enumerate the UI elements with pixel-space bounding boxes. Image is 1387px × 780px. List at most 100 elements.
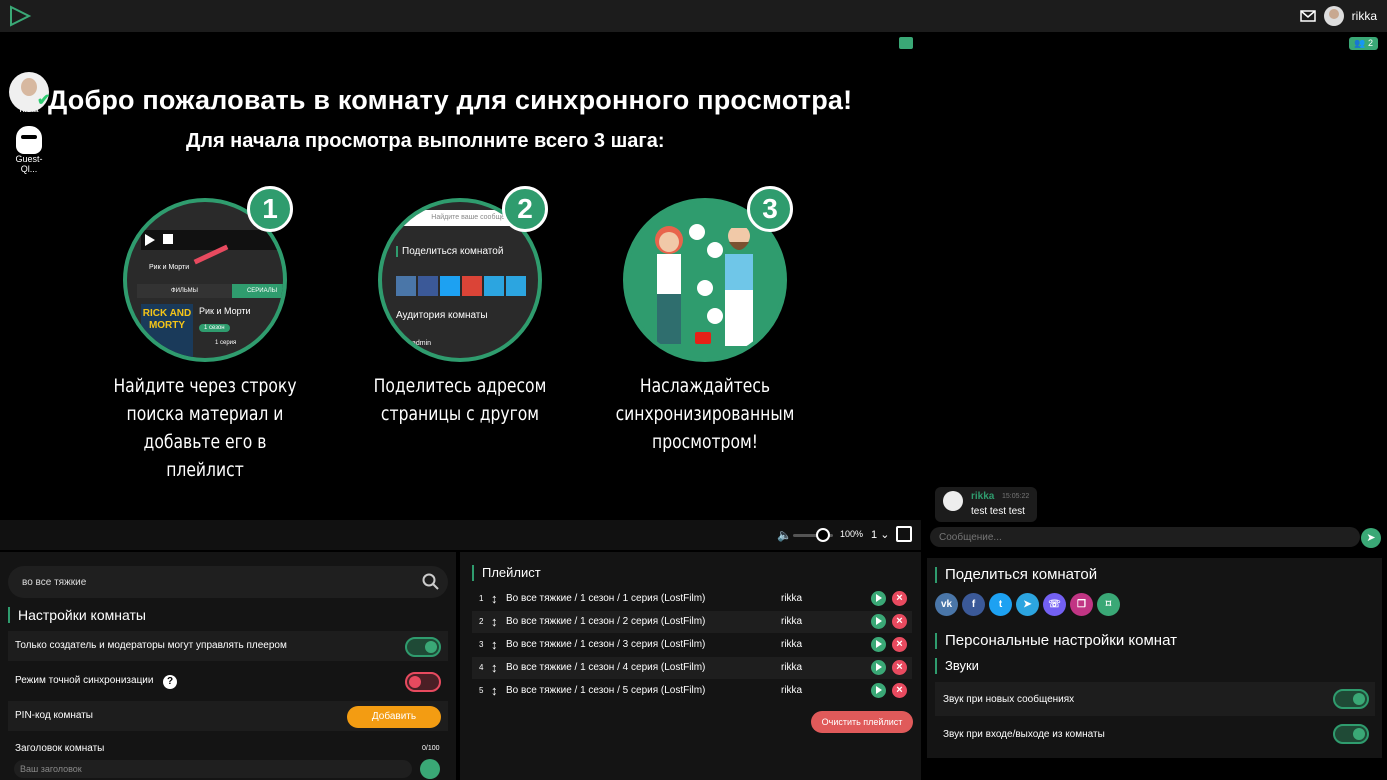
season-badge: 1 сезон [199,324,230,332]
item-number: 4 [479,663,484,672]
step-caption: Наслаждайтесь синхронизированным просмот… [607,372,804,456]
step-number: 3 [747,186,793,232]
control-toggle[interactable] [405,637,441,657]
share-heading: Поделиться комнатой [935,567,1097,583]
help-icon[interactable]: ? [163,675,177,689]
drag-handle-icon[interactable]: ↕ [491,637,498,652]
viber-icon[interactable]: ☏ [1043,593,1066,616]
step-2-audience: Аудитория комнаты [396,310,488,321]
mail-icon[interactable] [1299,10,1316,22]
caption-line: поиска материал и [126,403,284,425]
item-title[interactable]: Во все тяжкие / 1 сезон / 2 серия (LostF… [506,616,705,627]
caption-line: страницы с другом [380,403,540,425]
item-title[interactable]: Во все тяжкие / 1 сезон / 3 серия (LostF… [506,639,705,650]
setting-sync-row: Режим точной синхронизации [8,666,448,696]
message-text: test test test [971,506,1025,517]
caption-line: Поделитесь адресом [373,375,547,397]
setting-label: Только создатель и модераторы могут упра… [15,640,287,651]
item-user: rikka [781,593,803,604]
tab-films: ФИЛЬМЫ [137,284,232,298]
delete-icon[interactable]: × [892,660,907,675]
logo-icon[interactable] [8,5,32,27]
telegram-icon[interactable]: ➤ [1016,593,1039,616]
playlist-item[interactable]: 3 ↕ Во все тяжкие / 1 сезон / 3 серия (L… [472,634,912,656]
delete-icon[interactable]: × [892,591,907,606]
playlist-item[interactable]: 2 ↕ Во все тяжкие / 1 сезон / 2 серия (L… [472,611,912,633]
bookmark-icon[interactable]: ⌑ [1097,593,1120,616]
item-title[interactable]: Во все тяжкие / 1 сезон / 4 серия (LostF… [506,662,705,673]
room-title-input[interactable]: Ваш заголовок [14,760,412,778]
username[interactable]: rikka [1352,9,1377,23]
item-user: rikka [781,685,803,696]
play-icon[interactable] [871,637,886,652]
playlist-item[interactable]: 5 ↕ Во все тяжкие / 1 сезон / 5 серия (L… [472,680,912,702]
message-user[interactable]: rikka [971,491,994,502]
welcome-subtitle: Для начала просмотра выполните всего 3 ш… [186,130,665,152]
play-icon[interactable] [871,614,886,629]
sync-toggle[interactable] [405,672,441,692]
setting-label: Звук при входе/выходе из комнаты [943,729,1105,740]
episode-label: 1 серия [215,340,237,346]
twitter-icon[interactable]: t [989,593,1012,616]
facebook-icon[interactable]: f [962,593,985,616]
item-title[interactable]: Во все тяжкие / 1 сезон / 5 серия (LostF… [506,685,705,696]
delete-icon[interactable]: × [892,683,907,698]
add-pin-button[interactable]: Добавить [347,706,441,728]
volume-slider-knob[interactable] [816,528,830,542]
item-number: 5 [479,686,484,695]
search-input[interactable]: во все тяжкие [8,566,448,598]
drag-handle-icon[interactable]: ↕ [491,660,498,675]
caption-line: добавьте его в плейлист [143,431,267,481]
send-icon[interactable]: ➤ [1361,528,1381,548]
volume-icon[interactable]: 🔈 [777,528,792,542]
delete-icon[interactable]: × [892,637,907,652]
vk-icon[interactable]: vk [935,593,958,616]
setting-label: Звук при новых сообщениях [943,694,1075,705]
search-value: во все тяжкие [22,577,87,588]
viewers-icon[interactable] [899,37,913,49]
delete-icon[interactable]: × [892,614,907,629]
item-title[interactable]: Во все тяжкие / 1 сезон / 1 серия (LostF… [506,593,705,604]
room-settings-heading: Настройки комнаты [8,607,146,623]
play-icon[interactable] [871,660,886,675]
room-title-label: Заголовок комнаты [15,743,105,754]
volume-percent: 100% [840,529,864,539]
drag-handle-icon[interactable]: ↕ [491,591,498,606]
caption-line: просмотром! [652,431,758,453]
step-caption: Найдите через строку поиска материал и д… [107,372,304,484]
copy-icon[interactable]: ❐ [1070,593,1093,616]
playlist-heading: Плейлист [472,565,541,581]
chevron-down-icon: ⌄ [880,529,890,541]
step-2-admin: admin [412,340,432,347]
user-menu[interactable]: rikka [1299,6,1377,26]
step-2: 2 Найдите ваше сообщение Поделиться комн… [340,186,580,428]
setting-control-row: Только создатель и модераторы могут упра… [8,631,448,661]
step-3: 3 Наслаждайтесь синхронизированным просм… [585,186,825,456]
item-user: rikka [781,662,803,673]
avatar[interactable] [1323,6,1344,26]
play-icon[interactable] [871,591,886,606]
top-bar [0,0,1387,32]
search-icon[interactable] [422,573,440,591]
fullscreen-icon[interactable] [896,526,912,542]
viewer-count: 2 [1367,38,1373,48]
step-1: 1 Рик и Морти ФИЛЬМЫ СЕРИАЛЫ RICK AND MO… [85,186,325,484]
item-user: rikka [781,616,803,627]
playlist-item[interactable]: 4 ↕ Во все тяжкие / 1 сезон / 4 серия (L… [472,657,912,679]
playlist-item[interactable]: 1 ↕ Во все тяжкие / 1 сезон / 1 серия (L… [472,588,912,610]
speed-select[interactable]: 1 ⌄ [871,528,889,541]
viewer-count-badge[interactable]: 👥 2 [1349,37,1378,50]
step-2-share: Поделиться комнатой [396,246,503,257]
step-caption: Поделитесь адресом страницы с другом [362,372,559,428]
caption-line: синхронизированным [615,403,795,425]
save-icon[interactable] [420,759,440,779]
play-icon[interactable] [871,683,886,698]
join-leave-sound-toggle[interactable] [1333,724,1369,744]
welcome-title: Добро пожаловать в комнату для синхронно… [48,85,853,115]
chat-input[interactable] [930,527,1360,547]
new-message-sound-toggle[interactable] [1333,689,1369,709]
drag-handle-icon[interactable]: ↕ [491,683,498,698]
drag-handle-icon[interactable]: ↕ [491,614,498,629]
chat-area [921,32,1387,552]
clear-playlist-button[interactable]: Очистить плейлист [811,711,913,733]
